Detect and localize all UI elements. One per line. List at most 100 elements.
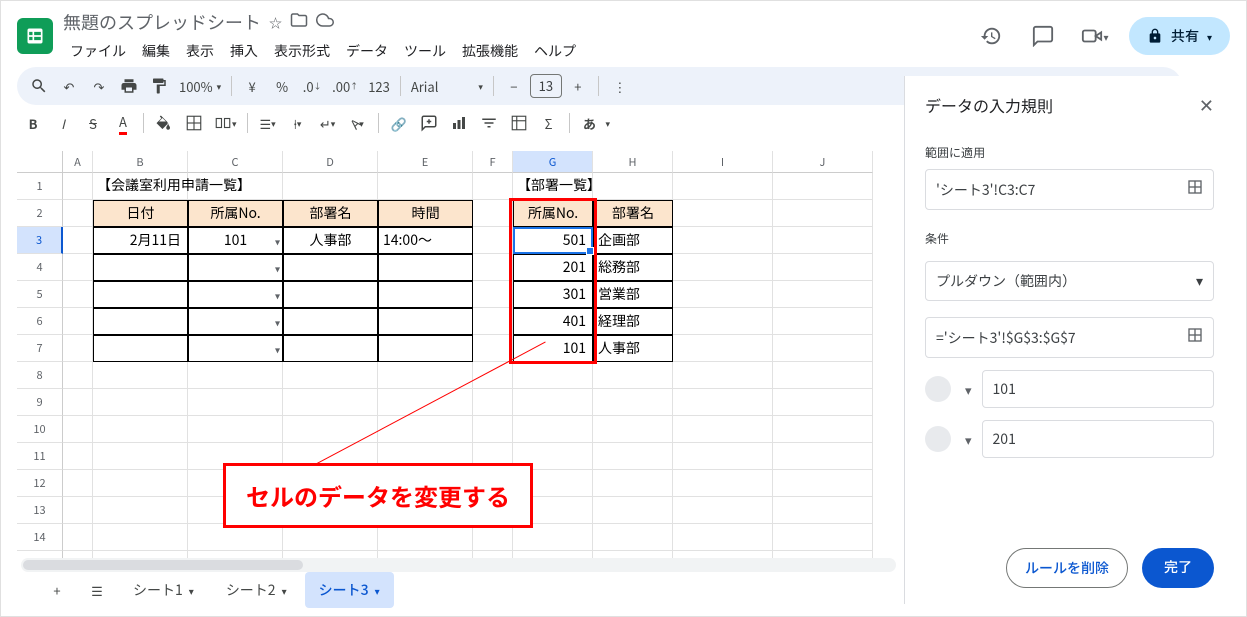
sheet-tab-active[interactable]: シート3▾ (305, 572, 394, 608)
col-header[interactable]: F (473, 151, 513, 173)
cell[interactable]: 総務部 (593, 254, 673, 281)
close-icon[interactable]: ✕ (1199, 92, 1214, 118)
valign-icon[interactable]: ⍿ ▾ (284, 109, 312, 137)
row-header[interactable]: 6 (17, 308, 63, 335)
cell[interactable]: 日付 (93, 200, 188, 227)
text-color-icon[interactable]: A (109, 109, 137, 137)
link-icon[interactable]: 🔗 (385, 109, 413, 137)
decrease-decimal-icon[interactable]: .0↓ (298, 72, 326, 100)
row-header[interactable]: 10 (17, 416, 63, 443)
document-title[interactable]: 無題のスプレッドシート (63, 9, 261, 35)
cell[interactable]: 人事部 (283, 227, 378, 254)
cell[interactable]: 14:00～ (378, 227, 473, 254)
cloud-icon[interactable] (316, 11, 334, 33)
col-header[interactable]: G (513, 151, 593, 173)
row-header[interactable]: 9 (17, 389, 63, 416)
sheet-tab[interactable]: シート2▾ (212, 572, 301, 608)
row-header[interactable]: 2 (17, 200, 63, 227)
col-header[interactable]: D (283, 151, 378, 173)
chevron-down-icon[interactable]: ▾ (189, 583, 194, 598)
cell[interactable]: 【会議室利用申請一覧】 (93, 173, 188, 200)
star-icon[interactable]: ☆ (269, 13, 282, 32)
cell-selected[interactable]: 501 (513, 227, 593, 254)
table-icon[interactable] (505, 109, 533, 137)
horizontal-scrollbar[interactable] (21, 558, 896, 572)
option-value[interactable]: 201 (982, 420, 1214, 458)
chevron-down-icon[interactable]: ▾ (965, 380, 972, 399)
range-input[interactable]: 'シート3'!C3:C7 (925, 169, 1214, 210)
done-button[interactable]: 完了 (1142, 548, 1214, 588)
toolbar-more-icon[interactable]: ⋮ (605, 71, 635, 101)
sheet-tab[interactable]: シート1▾ (119, 572, 208, 608)
history-icon[interactable] (973, 18, 1009, 54)
row-header[interactable]: 13 (17, 497, 63, 524)
redo-icon[interactable]: ↷ (85, 72, 113, 100)
chevron-down-icon[interactable]: ▾ (375, 583, 380, 598)
row-header[interactable]: 12 (17, 470, 63, 497)
cell[interactable]: 2月11日 (93, 227, 188, 254)
dropdown-icon[interactable]: ▾ (275, 228, 280, 253)
add-sheet-icon[interactable]: + (39, 572, 75, 608)
share-button[interactable]: 共有 ▾ (1129, 17, 1230, 55)
font-size-input[interactable]: 13 (530, 74, 562, 98)
dropdown-icon[interactable]: ▾ (275, 336, 280, 361)
dropdown-icon[interactable]: ▾ (275, 309, 280, 334)
option-value[interactable]: 101 (982, 370, 1214, 408)
row-header[interactable]: 14 (17, 524, 63, 551)
row-header[interactable]: 1 (17, 173, 63, 200)
row-header[interactable]: 7 (17, 335, 63, 362)
comment-insert-icon[interactable] (415, 109, 443, 137)
menu-help[interactable]: ヘルプ (527, 39, 583, 63)
chart-icon[interactable] (445, 109, 473, 137)
cell[interactable]: ▾ (188, 281, 283, 308)
menu-file[interactable]: ファイル (63, 39, 133, 63)
menu-insert[interactable]: 挿入 (223, 39, 265, 63)
criteria-select[interactable]: プルダウン（範囲内） ▾ (925, 261, 1214, 301)
cell[interactable]: ▾ (188, 254, 283, 281)
row-header[interactable]: 8 (17, 362, 63, 389)
cell[interactable]: 時間 (378, 200, 473, 227)
cell[interactable]: 101▾ (188, 227, 283, 254)
dropdown-icon[interactable]: ▾ (275, 255, 280, 280)
cell[interactable]: ▾ (188, 335, 283, 362)
menu-view[interactable]: 表示 (179, 39, 221, 63)
number-format-button[interactable]: 123 (364, 72, 394, 100)
cell[interactable]: 企画部 (593, 227, 673, 254)
font-select[interactable]: Arial▾ (407, 72, 487, 100)
chevron-down-icon[interactable]: ▾ (282, 583, 287, 598)
source-range-input[interactable]: ='シート3'!$G$3:$G$7 (925, 317, 1214, 358)
all-sheets-icon[interactable]: ☰ (79, 572, 115, 608)
move-icon[interactable] (290, 11, 308, 33)
cell[interactable]: 301 (513, 281, 593, 308)
strikethrough-icon[interactable]: S (79, 109, 107, 137)
font-size-increase[interactable]: + (564, 72, 592, 100)
col-header[interactable]: H (593, 151, 673, 173)
row-header[interactable]: 5 (17, 281, 63, 308)
col-header[interactable]: B (93, 151, 188, 173)
chevron-down-icon[interactable]: ▾ (965, 430, 972, 449)
color-chip[interactable] (925, 426, 951, 452)
row-header[interactable]: 3 (17, 227, 63, 254)
percent-button[interactable]: % (268, 72, 296, 100)
cell[interactable]: 201 (513, 254, 593, 281)
zoom-select[interactable]: 100% ▾ (175, 72, 225, 100)
borders-icon[interactable] (180, 109, 208, 137)
cell[interactable]: 401 (513, 308, 593, 335)
cell[interactable]: 所属No. (188, 200, 283, 227)
dropdown-icon[interactable]: ▾ (275, 282, 280, 307)
cell[interactable]: 経理部 (593, 308, 673, 335)
menu-extensions[interactable]: 拡張機能 (455, 39, 525, 63)
delete-rule-button[interactable]: ルールを削除 (1006, 548, 1128, 588)
cell[interactable]: 部署名 (593, 200, 673, 227)
menu-format[interactable]: 表示形式 (267, 39, 337, 63)
row-header[interactable]: 11 (17, 443, 63, 470)
grid-select-icon[interactable] (1187, 327, 1203, 348)
menu-edit[interactable]: 編集 (135, 39, 177, 63)
meet-icon[interactable]: ▾ (1077, 18, 1113, 54)
halign-icon[interactable]: ☰ ▾ (254, 109, 282, 137)
sheets-logo[interactable] (17, 18, 53, 54)
filter-icon[interactable] (475, 109, 503, 137)
cell[interactable]: 【部署一覧】 (513, 173, 593, 200)
italic-icon[interactable]: I (49, 109, 77, 137)
bold-icon[interactable]: B (19, 109, 47, 137)
